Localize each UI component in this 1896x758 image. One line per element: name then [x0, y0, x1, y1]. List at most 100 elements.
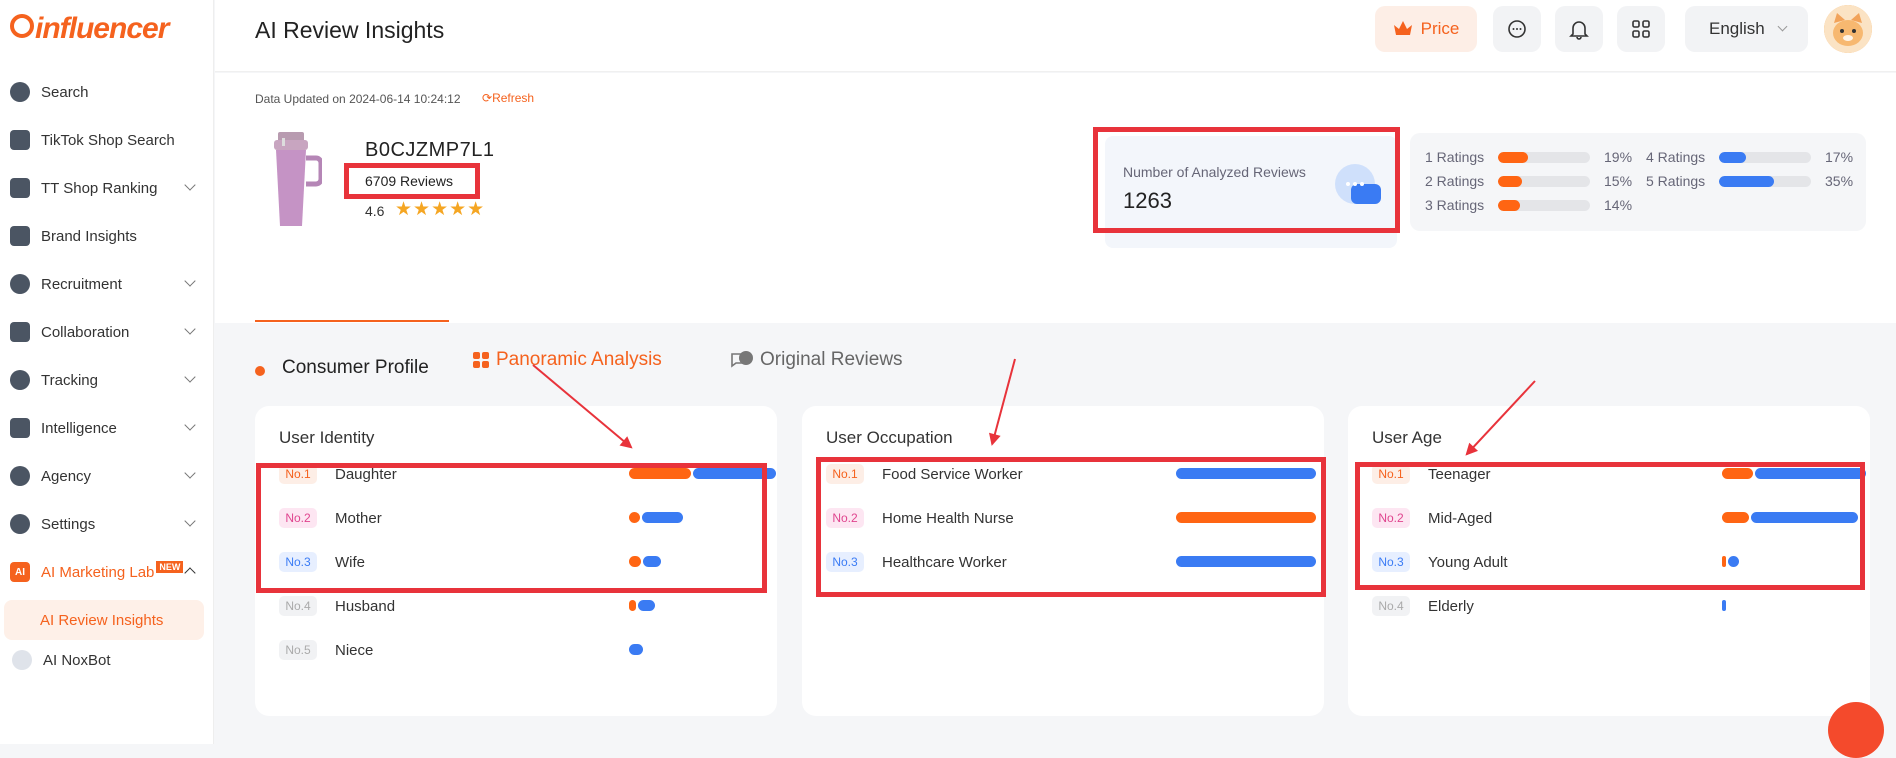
tab-label: Original Reviews: [760, 349, 903, 370]
sidebar-item-label: Search: [41, 83, 89, 101]
support-chat-button[interactable]: [1828, 702, 1884, 758]
sidebar-item-tiktok-shop-search[interactable]: TikTok Shop Search: [0, 120, 214, 160]
rating-bar: [1719, 151, 1811, 163]
refresh-label: Refresh: [492, 91, 535, 105]
rating-percent: 35%: [1825, 173, 1854, 189]
price-button[interactable]: Price: [1375, 6, 1477, 52]
sidebar-item-tracking[interactable]: Tracking: [0, 360, 214, 400]
item-name: Husband: [335, 597, 396, 615]
comments-icon: [731, 351, 753, 368]
chevron-down-icon: [184, 179, 196, 191]
positive-bar: [1722, 600, 1726, 611]
rating-bar-fill: [1498, 151, 1528, 163]
rank-badge: No.4: [279, 596, 317, 616]
sidebar-item-label: TikTok Shop Search: [41, 131, 175, 149]
sidebar-item-agency[interactable]: Agency: [0, 456, 214, 496]
product-asin: B0CJZMP7L1: [365, 139, 495, 161]
sidebar-item-label: Recruitment: [41, 275, 122, 293]
tab-label: Panoramic Analysis: [496, 349, 662, 370]
rating-row: 4 Ratings 17%: [1646, 149, 1853, 165]
doc-icon: [10, 322, 30, 342]
rating-bar-fill: [1498, 199, 1521, 211]
card-title: User Occupation: [826, 428, 953, 447]
refresh-link[interactable]: ⟳Refresh: [482, 91, 534, 105]
message-button[interactable]: [1493, 6, 1541, 52]
target-icon: [10, 370, 30, 390]
apps-button[interactable]: [1617, 6, 1665, 52]
rating-bar: [1498, 199, 1590, 211]
sentiment-bars: [629, 644, 643, 655]
list-item: No.4 Husband: [279, 594, 759, 618]
sidebar-item-intelligence[interactable]: Intelligence: [0, 408, 214, 448]
data-updated: Data Updated on 2024-06-14 10:24:12: [255, 92, 461, 106]
sidebar-item-ai-noxbot[interactable]: AI NoxBot: [0, 640, 214, 680]
sidebar-item-label: Tracking: [41, 371, 98, 389]
highlight-user-age: [1355, 462, 1865, 590]
rating-bar: [1498, 175, 1590, 187]
tab-panoramic-analysis[interactable]: Panoramic Analysis: [472, 349, 662, 371]
sidebar-item-label: Intelligence: [41, 419, 117, 437]
rating-percent: 19%: [1604, 149, 1633, 165]
language-select[interactable]: English: [1685, 6, 1808, 52]
sidebar-item-ai-marketing-lab[interactable]: AI AI Marketing Lab NEW: [0, 552, 214, 592]
app-logo[interactable]: influencer: [10, 12, 169, 46]
updated-value: 2024-06-14 10:24:12: [349, 92, 461, 106]
crown-icon: [1393, 21, 1412, 35]
compass-icon: [10, 82, 30, 102]
rating-bar: [1498, 151, 1590, 163]
notification-button[interactable]: [1555, 6, 1603, 52]
logo-text: influencer: [35, 12, 169, 45]
page-title: AI Review Insights: [255, 17, 445, 43]
section-title: Consumer Profile: [282, 357, 429, 378]
language-value: English: [1709, 19, 1765, 38]
people-icon: [10, 274, 30, 294]
sidebar: influencer Search TikTok Shop Search TT …: [0, 0, 214, 744]
sidebar-item-label: Settings: [41, 515, 96, 533]
section-dot: [255, 366, 265, 376]
new-badge: NEW: [156, 561, 184, 573]
sidebar-item-tt-shop-ranking[interactable]: TT Shop Ranking: [0, 168, 214, 208]
refresh-icon: ⟳: [482, 91, 493, 105]
bell-icon: [1569, 21, 1589, 40]
grid-icon: [1632, 20, 1650, 38]
sidebar-item-recruitment[interactable]: Recruitment: [0, 264, 214, 304]
sidebar-item-collaboration[interactable]: Collaboration: [0, 312, 214, 352]
bar-chart-icon: [10, 178, 30, 198]
positive-bar: [638, 600, 655, 611]
rating-percent: 14%: [1604, 197, 1633, 213]
chevron-down-icon: [184, 275, 196, 287]
chevron-down-icon: [184, 371, 196, 383]
rating-row: 2 Ratings 15%: [1425, 173, 1632, 189]
sidebar-item-label: AI NoxBot: [43, 651, 111, 669]
item-name: Elderly: [1428, 597, 1474, 615]
ratings-distribution: 1 Ratings 19% 2 Ratings 15% 3 Ratings 14% 4 Ra…: [1410, 133, 1866, 231]
positive-bar: [629, 644, 643, 655]
cat-avatar-icon: [1824, 5, 1872, 53]
tab-original-reviews[interactable]: Original Reviews: [730, 349, 903, 371]
list-item: No.5 Niece: [279, 638, 759, 662]
highlight-review-count: [344, 163, 480, 199]
top-bar: AI Review Insights Price English: [215, 0, 1896, 72]
sidebar-item-brand-insights[interactable]: Brand Insights: [0, 216, 214, 256]
rating-label: 5 Ratings: [1646, 173, 1706, 189]
rating-bar: [1719, 175, 1811, 187]
rating-label: 3 Ratings: [1425, 197, 1485, 213]
item-name: Niece: [335, 641, 374, 659]
sidebar-item-label: AI Marketing Lab: [41, 563, 155, 581]
rating-row: 1 Ratings 19%: [1425, 149, 1632, 165]
sidebar-item-search[interactable]: Search: [0, 72, 214, 112]
sidebar-item-label: TT Shop Ranking: [41, 179, 158, 197]
rating-label: 1 Ratings: [1425, 149, 1485, 165]
avatar[interactable]: [1824, 5, 1872, 53]
sidebar-item-settings[interactable]: Settings: [0, 504, 214, 544]
list-item: No.4 Elderly: [1372, 594, 1852, 618]
rating-stars: ★★★★★: [395, 199, 486, 220]
chevron-down-icon: [184, 515, 196, 527]
sidebar-subitem-ai-review-insights[interactable]: AI Review Insights: [4, 600, 204, 640]
rating-bar-fill: [1498, 175, 1522, 187]
tiktok-shop-icon: [10, 130, 30, 150]
chevron-down-icon: [184, 323, 196, 335]
ai-icon: AI: [10, 562, 30, 582]
rank-badge: No.5: [279, 640, 317, 660]
rating-bar-fill: [1719, 175, 1775, 187]
